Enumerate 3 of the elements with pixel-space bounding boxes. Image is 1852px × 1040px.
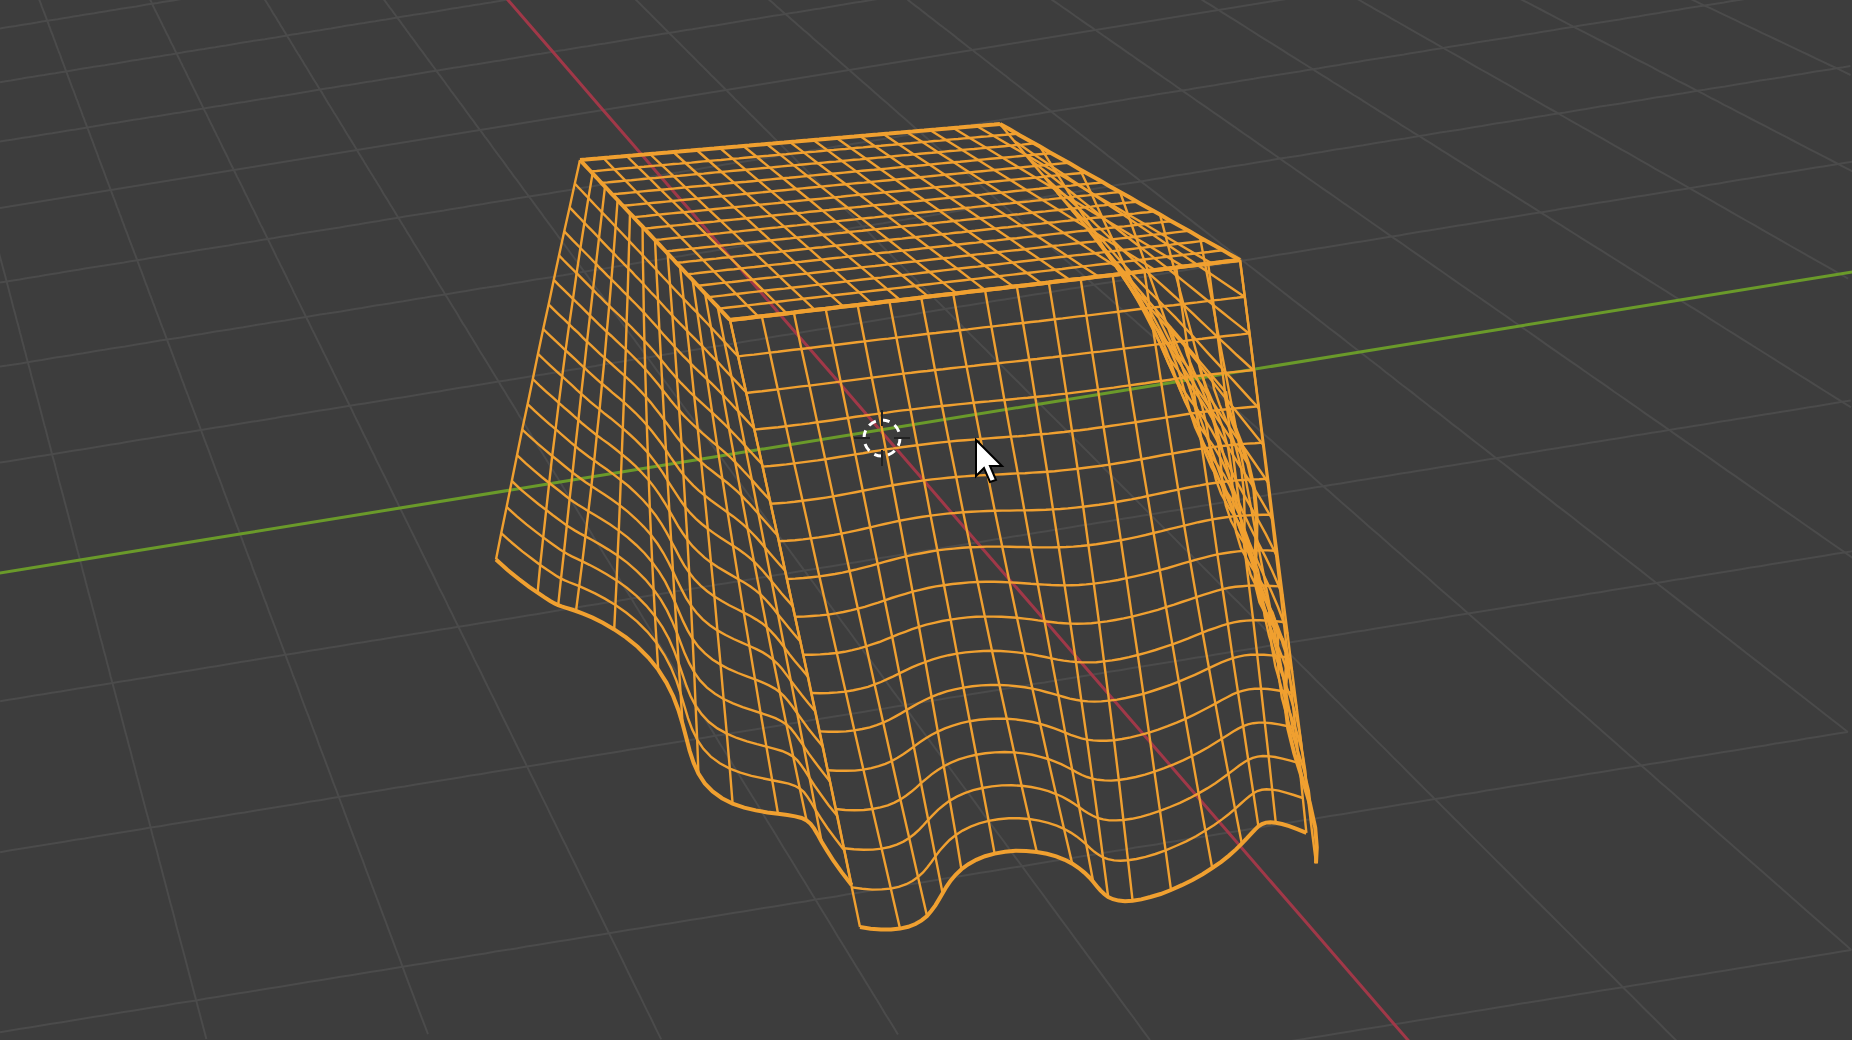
crosshair-cursor-icon (853, 409, 911, 467)
cloth-wireframe-drawing[interactable] (494, 122, 1319, 932)
mouse-pointer-icon (975, 437, 1005, 484)
